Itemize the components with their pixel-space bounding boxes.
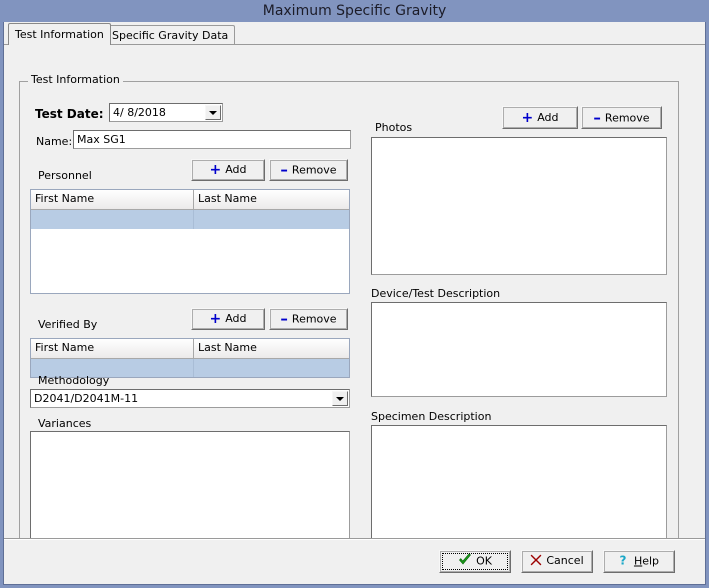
window-title: Maximum Specific Gravity [263,3,447,19]
verified-by-col-last-name: Last Name [194,339,349,358]
chevron-down-icon [209,111,217,115]
window-titlebar: Maximum Specific Gravity [0,0,709,22]
photos-remove-label: Remove [605,111,650,124]
tab-strip: Test Information Specific Gravity Data [4,23,705,45]
personnel-remove-button[interactable]: –Remove [269,159,348,181]
dialog-client-area: Test Information Specific Gravity Data T… [3,22,706,585]
verified-by-remove-label: Remove [292,313,337,326]
specimen-description-textarea[interactable] [371,425,667,543]
verified-by-add-label: Add [225,312,246,325]
minus-icon: – [280,163,288,177]
methodology-dropdown-button[interactable] [332,391,348,406]
svg-text:?: ? [619,553,626,566]
help-accel: H [634,554,642,567]
personnel-col-first-name: First Name [31,190,194,209]
device-test-description-label: Device/Test Description [371,287,500,300]
test-information-groupbox-title: Test Information [28,74,123,86]
cancel-label: Cancel [546,554,583,567]
verified-by-grid-header: First Name Last Name [31,339,349,359]
personnel-grid-header: First Name Last Name [31,190,349,210]
cell-last-name [194,359,349,378]
ok-label: OK [476,554,492,567]
dialog-footer: OK Cancel ? [4,540,705,583]
verified-by-add-button[interactable]: + Add [191,308,265,330]
checkmark-icon [458,553,472,570]
personnel-add-label: Add [225,163,246,176]
variances-textarea[interactable] [30,431,350,540]
help-button[interactable]: ? Help [603,550,675,573]
tab-test-information[interactable]: Test Information [8,23,111,45]
specimen-description-label: Specimen Description [371,410,491,423]
verified-by-label: Verified By [38,318,97,331]
help-label: elp [642,554,659,567]
table-row[interactable] [31,210,349,229]
personnel-col-last-name: Last Name [194,190,349,209]
cell-first-name [31,210,194,229]
plus-icon: + [209,312,221,326]
test-date-dropdown-button[interactable] [205,105,221,120]
device-test-description-textarea[interactable] [371,302,667,397]
tab-specific-gravity-data[interactable]: Specific Gravity Data [105,25,235,44]
minus-icon: – [280,312,288,326]
chevron-down-icon [336,397,344,401]
dialog-window: Maximum Specific Gravity Test Informatio… [0,0,709,588]
personnel-add-button[interactable]: + Add [191,159,265,181]
name-input[interactable]: Max SG1 [73,130,351,149]
test-date-label: Test Date: [35,108,104,121]
tab-specific-gravity-data-label: Specific Gravity Data [112,29,228,42]
photos-add-label: Add [537,111,558,124]
tab-page-test-information: Test Information Test Date: 4/ 8/2018 Na… [4,45,705,561]
question-mark-icon: ? [619,553,630,570]
tab-test-information-label: Test Information [15,28,104,41]
variances-label: Variances [38,417,91,430]
photos-add-button[interactable]: + Add [502,106,578,129]
personnel-remove-label: Remove [292,164,337,177]
plus-icon: + [209,163,221,177]
verified-by-remove-button[interactable]: –Remove [269,308,348,330]
personnel-grid[interactable]: First Name Last Name [30,189,350,294]
photos-label: Photos [375,121,412,134]
cancel-button[interactable]: Cancel [521,550,593,573]
minus-icon: – [593,110,601,124]
name-label: Name: [36,135,72,148]
test-date-picker[interactable]: 4/ 8/2018 [109,103,223,122]
methodology-select[interactable]: D2041/D2041M-11 [30,389,350,408]
plus-icon: + [521,111,533,125]
verified-by-grid[interactable]: First Name Last Name [30,338,350,378]
verified-by-col-first-name: First Name [31,339,194,358]
personnel-label: Personnel [38,169,92,182]
test-date-value: 4/ 8/2018 [113,106,166,120]
ok-button[interactable]: OK [439,550,511,573]
methodology-label: Methodology [38,374,109,387]
cell-last-name [194,210,349,229]
photos-list[interactable] [371,137,667,275]
close-icon [530,554,542,570]
methodology-value: D2041/D2041M-11 [34,392,138,406]
photos-remove-button[interactable]: –Remove [581,106,662,129]
